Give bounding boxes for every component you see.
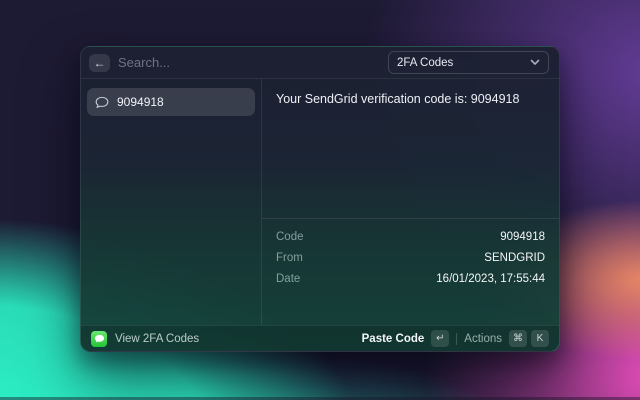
metadata-label: Code [276, 230, 304, 243]
message-preview: Your SendGrid verification code is: 9094… [276, 92, 520, 106]
dropdown-value: 2FA Codes [397, 56, 454, 69]
command-key-icon[interactable]: ⌘ [509, 330, 527, 347]
messages-app-icon [91, 330, 107, 347]
back-arrow-icon: ← [93, 55, 106, 70]
command-title: View 2FA Codes [115, 332, 200, 345]
k-key-icon[interactable]: K [531, 330, 549, 347]
metadata-value: 9094918 [500, 230, 545, 243]
list-item-label: 9094918 [117, 95, 164, 109]
chat-bubble-icon [95, 96, 109, 109]
list-item-code[interactable]: 9094918 [87, 88, 255, 116]
action-bar: View 2FA Codes Paste Code ↵ Actions ⌘ K [81, 325, 559, 351]
return-key-icon[interactable]: ↵ [431, 330, 450, 347]
actions-menu-button[interactable]: Actions [464, 333, 502, 345]
paste-code-button[interactable]: Paste Code [362, 333, 425, 345]
metadata-value: SENDGRID [484, 251, 545, 264]
header: ← Search... 2FA Codes [81, 47, 559, 79]
chevron-down-icon [530, 59, 540, 65]
extension-dropdown[interactable]: 2FA Codes [388, 51, 549, 74]
search-input[interactable]: Search... [118, 55, 388, 70]
footer-divider [456, 332, 458, 345]
desktop-wallpaper: { "window": { "header": { "back_icon_gly… [0, 0, 640, 400]
metadata-row-from: From SENDGRID [262, 247, 559, 268]
metadata-label: From [276, 251, 303, 264]
content-area: 9094918 Your SendGrid verification code … [81, 79, 559, 325]
results-list: 9094918 [81, 79, 262, 325]
footer-actions: Paste Code ↵ Actions ⌘ K [362, 330, 549, 347]
metadata-value: 16/01/2023, 17:55:44 [436, 272, 545, 285]
actions-shortcut: ⌘ K [509, 330, 549, 347]
back-button[interactable]: ← [89, 53, 110, 72]
metadata-row-code: Code 9094918 [262, 226, 559, 247]
metadata-section: Code 9094918 From SENDGRID Date 16/01/20… [262, 218, 559, 296]
metadata-row-date: Date 16/01/2023, 17:55:44 [262, 268, 559, 289]
metadata-label: Date [276, 272, 301, 285]
detail-panel: Your SendGrid verification code is: 9094… [262, 79, 559, 325]
launcher-window: ← Search... 2FA Codes 9094918 Your SendG… [80, 46, 560, 352]
